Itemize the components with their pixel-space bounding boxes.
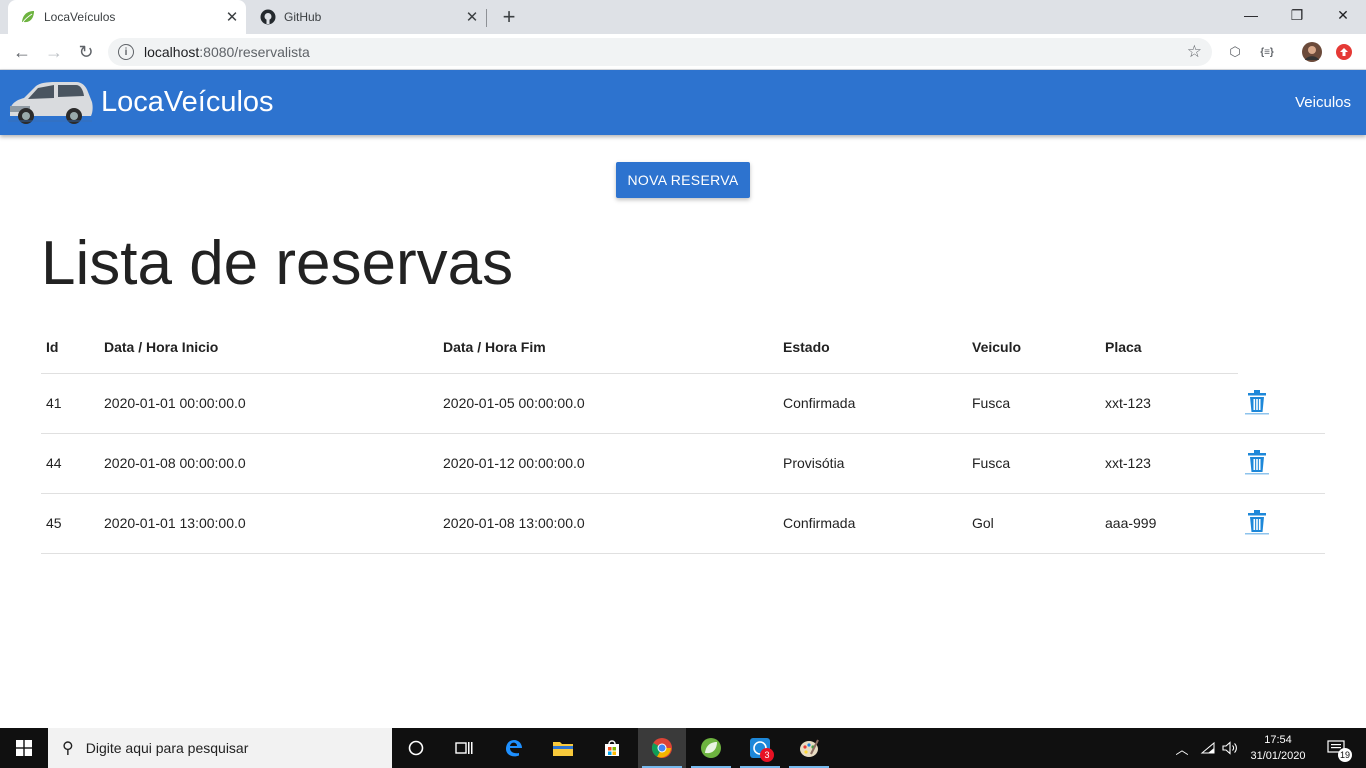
search-placeholder: Digite aqui para pesquisar [85,740,249,756]
extension-upload-icon[interactable] [1334,42,1354,62]
tab-title: GitHub [284,10,322,24]
spring-leaf-icon [20,9,36,25]
cell-data-inicio: 2020-01-08 00:00:00.0 [99,433,438,494]
table-row: 44 2020-01-08 00:00:00.0 2020-01-12 00:0… [41,433,1325,494]
table-header-row: Id Data / Hora Inicio Data / Hora Fim Es… [41,322,1325,374]
clock-time: 17:54 [1264,734,1292,746]
cell-id: 45 [41,493,99,554]
tab-separator [486,9,487,27]
tab-github[interactable]: GitHub ✕ [248,0,486,34]
spring-tool-suite-icon[interactable] [687,728,735,768]
file-explorer-icon[interactable] [539,728,587,768]
notification-count-badge: 19 [1338,748,1352,762]
address-bar[interactable]: i localhost:8080/reservalista ☆ [108,38,1212,66]
cell-data-inicio: 2020-01-01 13:00:00.0 [99,493,438,554]
close-window-button[interactable]: ✕ [1320,0,1366,30]
taskbar-clock[interactable]: 17:54 31/01/2020 [1246,732,1310,764]
notification-badge: 3 [760,748,774,762]
cell-actions [1238,433,1325,494]
info-icon[interactable]: i [118,44,134,60]
page-title: Lista de reservas [41,229,514,298]
tab-title: LocaVeículos [44,10,116,24]
header-data-inicio: Data / Hora Inicio [99,322,438,374]
cell-estado: Confirmada [778,373,967,434]
new-tab-button[interactable]: + [496,4,522,30]
cell-estado: Provisótia [778,433,967,494]
extension-json-icon[interactable]: {≡} [1257,42,1277,62]
bookmark-star-icon[interactable]: ☆ [1187,42,1202,62]
store-icon[interactable] [588,728,636,768]
app-brand[interactable]: LocaVeículos [101,86,274,119]
chrome-icon[interactable] [638,728,686,768]
url-host: localhost [144,44,200,60]
task-view-icon[interactable] [440,728,488,768]
cell-placa: xxt-123 [1100,433,1238,494]
windows-start-icon[interactable] [0,728,48,768]
header-data-fim: Data / Hora Fim [438,322,778,374]
cell-placa: aaa-999 [1100,493,1238,554]
close-tab-icon[interactable]: ✕ [220,5,244,29]
trash-icon[interactable] [1242,447,1272,477]
cell-placa: xxt-123 [1100,373,1238,434]
cell-id: 41 [41,373,99,434]
browser-tabstrip: LocaVeículos ✕ GitHub ✕ + — ❐ ✕ [0,0,1366,34]
wifi-icon[interactable] [1198,728,1218,768]
reservations-table: Id Data / Hora Inicio Data / Hora Fim Es… [41,322,1325,554]
cell-id: 44 [41,433,99,494]
trash-icon[interactable] [1242,387,1272,417]
cortana-circle-icon[interactable] [392,728,440,768]
paint-icon[interactable] [785,728,833,768]
volume-icon[interactable] [1220,728,1240,768]
search-icon: ⚲ [62,740,74,757]
cell-veiculo: Gol [967,493,1100,554]
url-path: :8080/reservalista [199,44,310,60]
action-center-icon[interactable]: 19 [1318,728,1354,768]
browser-toolbar: ← → ↻ i localhost:8080/reservalista ☆ ⬡ … [0,34,1366,70]
profile-avatar[interactable] [1302,42,1322,62]
reload-button[interactable]: ↻ [72,38,100,66]
minimize-button[interactable]: — [1228,0,1274,30]
cell-data-fim: 2020-01-08 13:00:00.0 [438,493,778,554]
github-icon [260,9,276,25]
cell-veiculo: Fusca [967,373,1100,434]
cell-actions [1238,493,1325,554]
taskbar-search-input[interactable]: ⚲ Digite aqui para pesquisar [48,728,392,768]
extension-cube-icon[interactable]: ⬡ [1225,42,1245,62]
car-logo[interactable] [6,76,94,128]
app-navbar: LocaVeículos Veiculos [0,70,1366,135]
trash-icon[interactable] [1242,507,1272,537]
edge-browser-icon[interactable] [490,728,538,768]
cell-data-fim: 2020-01-12 00:00:00.0 [438,433,778,494]
close-tab-icon[interactable]: ✕ [460,5,484,29]
forward-button[interactable]: → [40,38,68,66]
table-row: 45 2020-01-01 13:00:00.0 2020-01-08 13:0… [41,493,1325,554]
whatsapp-icon[interactable]: 3 [736,728,784,768]
back-button[interactable]: ← [8,38,36,66]
header-veiculo: Veiculo [967,322,1100,374]
restore-button[interactable]: ❐ [1274,0,1320,30]
header-actions [1238,322,1325,373]
header-placa: Placa [1100,322,1238,374]
cell-data-inicio: 2020-01-01 00:00:00.0 [99,373,438,434]
clock-date: 31/01/2020 [1250,750,1306,762]
cell-data-fim: 2020-01-05 00:00:00.0 [438,373,778,434]
tab-locaveiculos[interactable]: LocaVeículos ✕ [8,0,246,34]
cell-estado: Confirmada [778,493,967,554]
table-row: 41 2020-01-01 00:00:00.0 2020-01-05 00:0… [41,373,1325,434]
header-id: Id [41,322,99,374]
cell-veiculo: Fusca [967,433,1100,494]
header-estado: Estado [778,322,967,374]
cell-actions [1238,373,1325,434]
windows-taskbar: ⚲ Digite aqui para pesquisar 3 ︿ 17:54 3… [0,728,1366,768]
nova-reserva-button[interactable]: NOVA RESERVA [616,162,750,198]
show-hidden-icons-icon[interactable]: ︿ [1172,728,1192,768]
nav-link-veiculos[interactable]: Veiculos [1295,94,1351,111]
